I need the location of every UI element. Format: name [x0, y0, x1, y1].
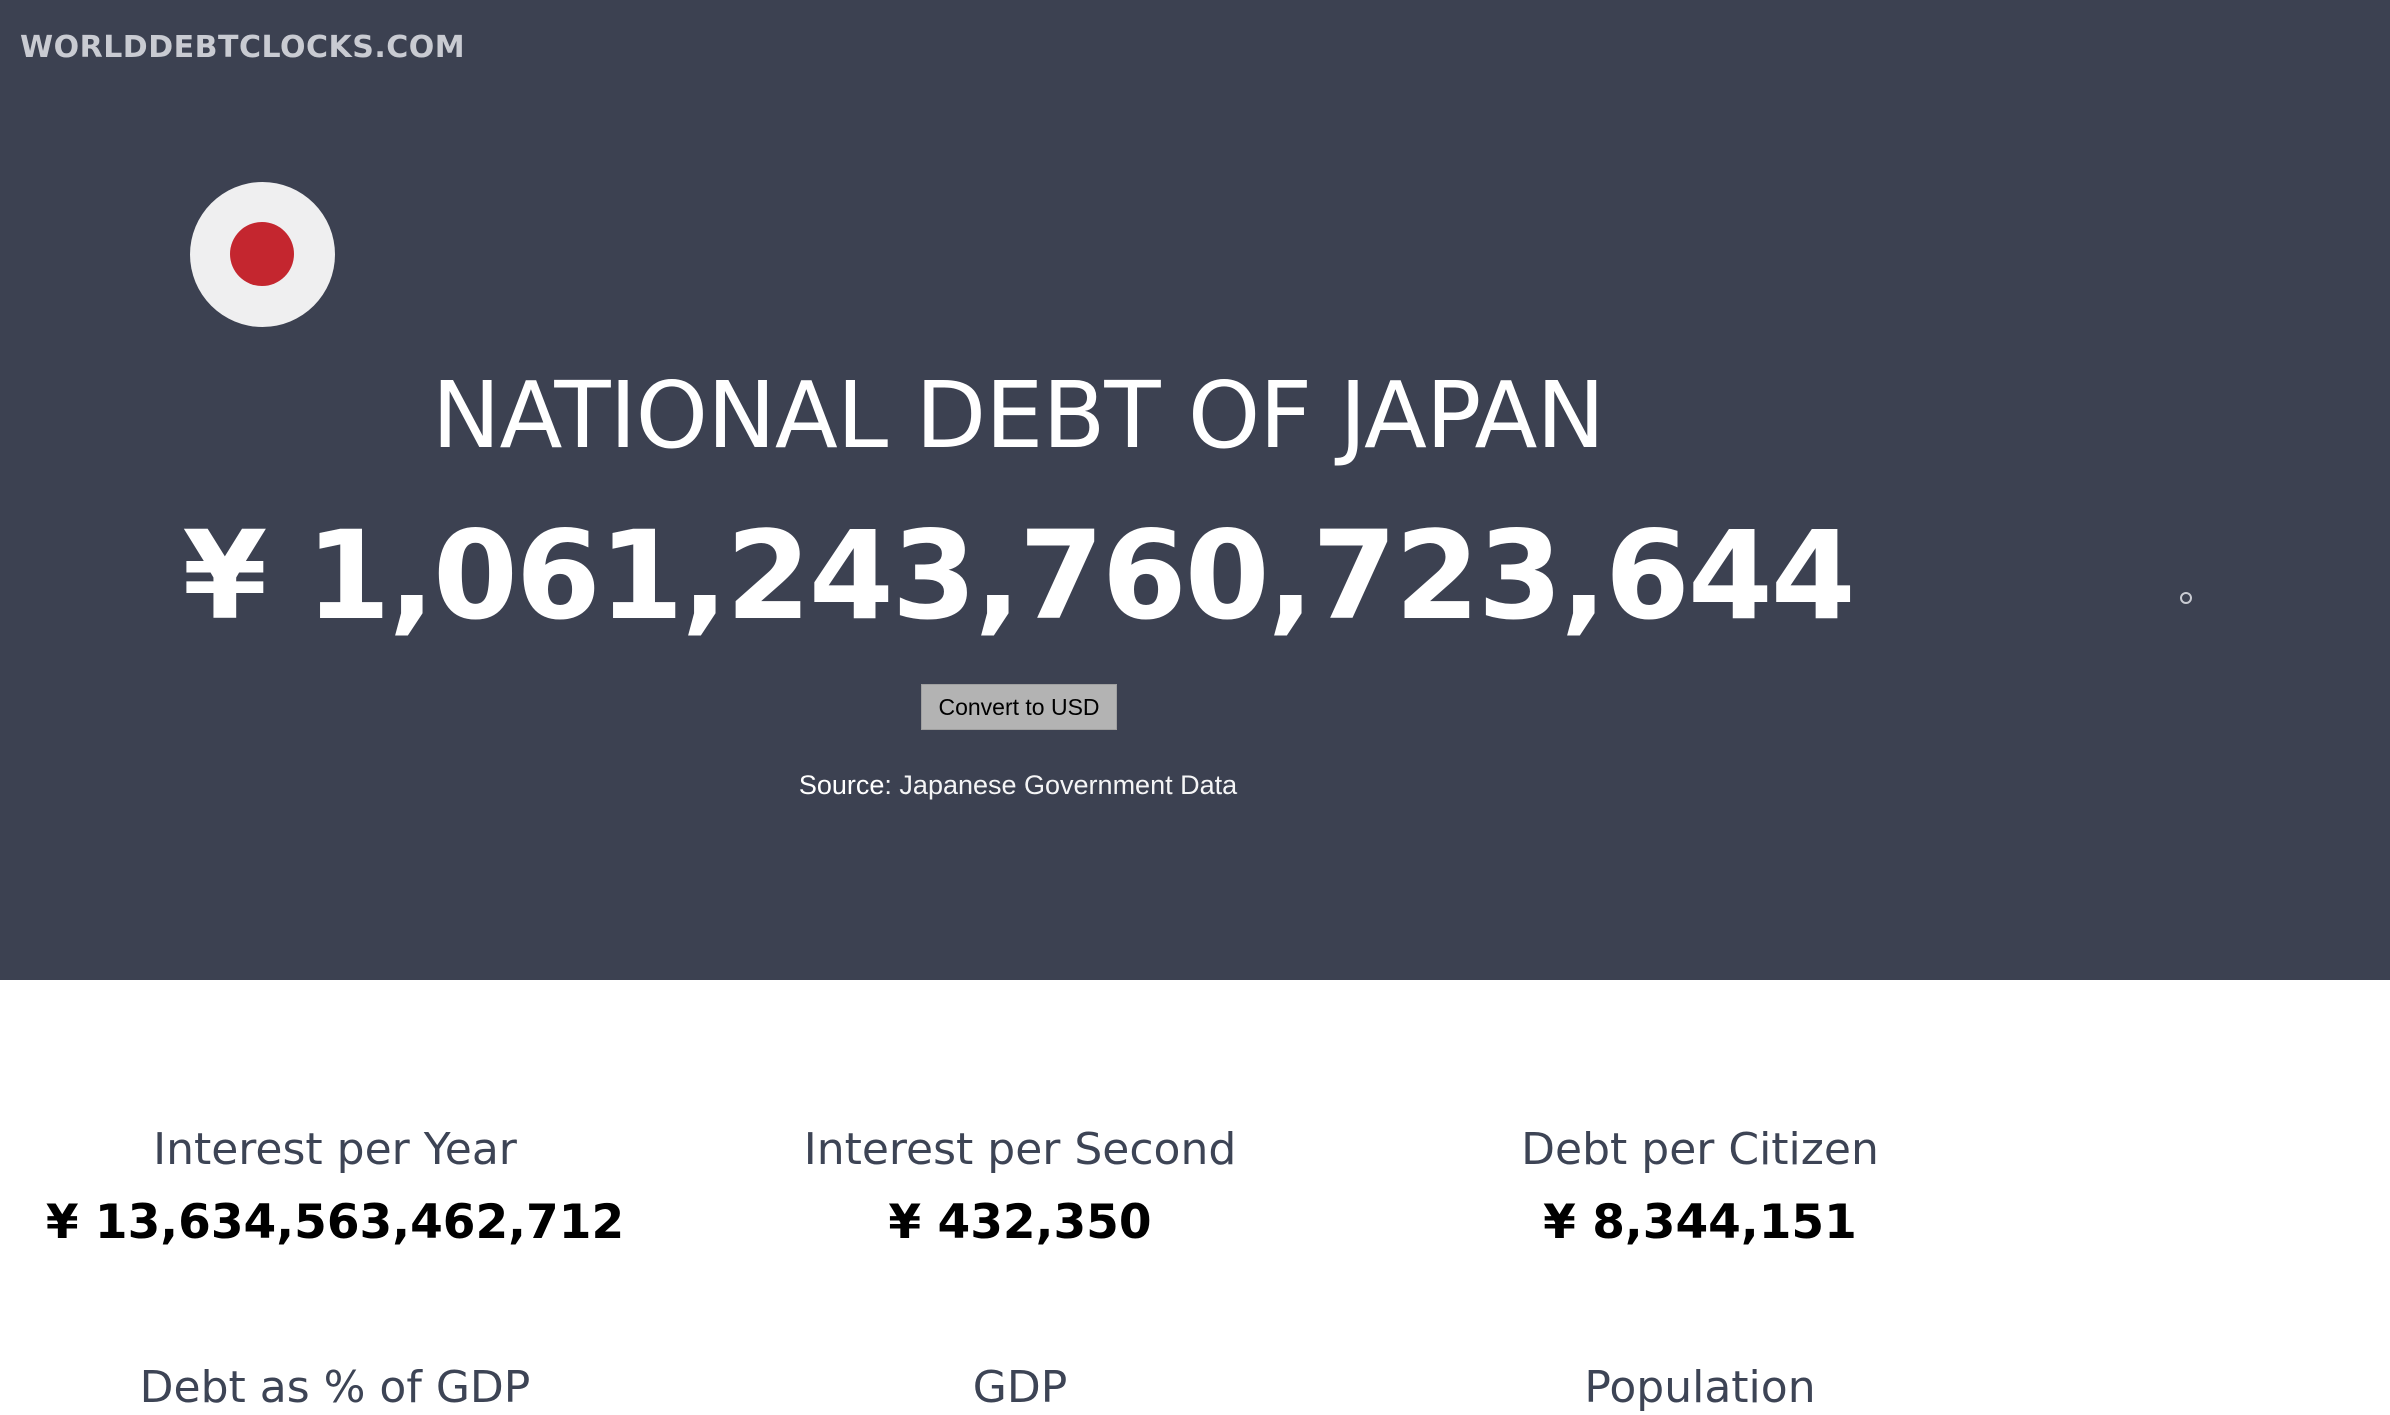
stat-value: ¥ 8,344,151	[1543, 1195, 1857, 1250]
stat-label: Interest per Year	[153, 1124, 517, 1175]
stat-debt-per-citizen: Debt per Citizen ¥ 8,344,151	[1360, 1124, 2040, 1250]
stat-interest-per-second: Interest per Second ¥ 432,350	[680, 1124, 1360, 1250]
stat-label: Debt as % of GDP	[139, 1362, 531, 1413]
stat-value: ¥ 432,350	[888, 1195, 1152, 1250]
japan-flag-icon	[190, 182, 335, 327]
stat-debt-pct-gdp: Debt as % of GDP	[0, 1362, 670, 1413]
site-logo[interactable]: WORLDDEBTCLOCKS.COM	[20, 30, 465, 65]
hero-section: WORLDDEBTCLOCKS.COM NATIONAL DEBT OF JAP…	[0, 0, 2390, 980]
convert-to-usd-button[interactable]: Convert to USD	[921, 684, 1117, 730]
stat-value: ¥ 13,634,563,462,712	[45, 1195, 625, 1250]
stat-label: Interest per Second	[803, 1124, 1237, 1175]
flag-sun	[230, 222, 294, 286]
source-line: Source: Japanese Government Data	[0, 770, 2036, 801]
source-text: : Japanese Government Data	[884, 770, 1238, 800]
stat-label: GDP	[972, 1362, 1068, 1413]
stat-interest-per-year: Interest per Year ¥ 13,634,563,462,712	[0, 1124, 670, 1250]
national-debt-counter: ¥ 1,061,243,760,723,644	[182, 505, 1855, 647]
stat-gdp: GDP	[680, 1362, 1360, 1413]
stat-population: Population	[1360, 1362, 2040, 1413]
stat-label: Debt per Citizen	[1521, 1124, 1879, 1175]
source-label: Source	[798, 770, 885, 800]
stat-label: Population	[1584, 1362, 1816, 1413]
circle-icon	[2180, 592, 2192, 604]
page-title: NATIONAL DEBT OF JAPAN	[431, 362, 1606, 469]
